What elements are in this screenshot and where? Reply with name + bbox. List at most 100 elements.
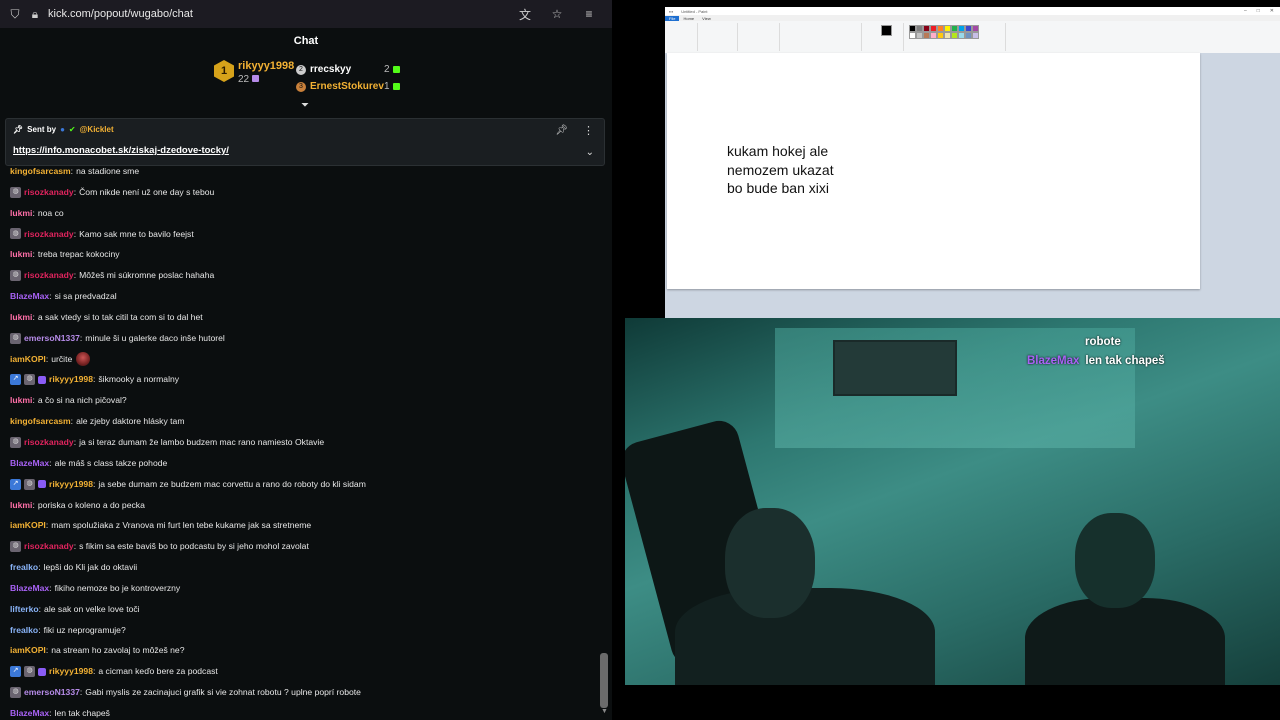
chat-username[interactable]: risozkanady <box>24 432 74 453</box>
person-right-head <box>1075 513 1155 608</box>
separator: : <box>73 436 77 447</box>
separator: : <box>49 582 52 593</box>
chat-username[interactable]: emersoN1337 <box>24 682 80 703</box>
color-swatch[interactable] <box>923 32 930 39</box>
chat-message: ↗ ◍ rikyyy1998: a cicman keďo bere za podca… <box>10 661 600 682</box>
chat-message: iamKOPI: určite <box>10 349 600 370</box>
color-swatch[interactable] <box>930 32 937 39</box>
tools-group[interactable] <box>739 23 780 51</box>
save-icon[interactable]: ▪▪▪ <box>669 9 673 14</box>
chat-message: iamKOPI: mam spolužiaka z Vranova mi furt… <box>10 515 600 536</box>
color-swatch[interactable] <box>965 25 972 32</box>
url-text[interactable]: kick.com/popout/wugabo/chat <box>48 8 518 20</box>
shapes-group[interactable] <box>781 23 862 51</box>
moderator-badge-icon: ↗ <box>10 478 21 490</box>
subscriber-badge-icon <box>38 480 46 489</box>
kick-badge-icon <box>392 83 400 90</box>
scroll-down-icon[interactable]: ▼ <box>601 708 608 715</box>
user-badge-icon: ◍ <box>10 541 21 553</box>
pinned-message[interactable]: 📌︎ Sent by ● ✔ @Kicklet https://info.mon… <box>5 118 605 166</box>
chat-message: ◍ risozkanady: Čom nikde není už one day s… <box>10 182 600 203</box>
chat-username[interactable]: frealko <box>10 557 38 578</box>
clipboard-group[interactable] <box>667 23 698 51</box>
chevron-down-icon[interactable]: ⌄ <box>586 147 594 158</box>
color-swatch[interactable] <box>958 32 965 39</box>
color-swatch[interactable] <box>944 25 951 32</box>
chat-username[interactable]: iamKOPI <box>10 349 46 370</box>
close-icon[interactable]: ✕ <box>1270 8 1274 14</box>
color-swatch[interactable] <box>930 25 937 32</box>
chat-username[interactable]: emersoN1337 <box>24 328 80 349</box>
leaderboard-second[interactable]: 2 rrecskyy 2 <box>296 64 400 75</box>
subscriber-badge-icon <box>38 375 46 384</box>
color-swatch[interactable] <box>909 32 916 39</box>
separator: : <box>79 687 83 698</box>
color-swatch[interactable] <box>972 25 979 32</box>
chat-message-text: ja sebe dumam ze budzem mac corvettu a r… <box>98 478 366 489</box>
chat-username[interactable]: BlazeMax <box>10 453 49 474</box>
chat-username[interactable]: iamKOPI <box>10 515 46 536</box>
color1-swatch[interactable] <box>881 25 892 36</box>
person-left-body <box>675 588 935 685</box>
color-swatch[interactable] <box>951 32 958 39</box>
separator: : <box>49 291 52 302</box>
chat-message: lukmi: treba trepac kokociny <box>10 244 600 265</box>
chat-message-text: ale zjeby daktore hlásky tam <box>76 416 185 427</box>
bookmark-star-icon[interactable]: ☆ <box>550 7 564 21</box>
chat-username[interactable]: BlazeMax <box>10 578 49 599</box>
filter-icon[interactable]: ⏷ <box>301 100 309 111</box>
image-group[interactable] <box>699 23 738 51</box>
paint-canvas[interactable]: kukam hokej ale nemozem ukazat bo bude b… <box>667 53 1200 289</box>
color-swatch[interactable] <box>937 25 944 32</box>
chat-message-text: Kamo sak mne to bavilo feejst <box>79 228 194 239</box>
chat-username[interactable]: lukmi <box>10 307 32 328</box>
chat-message-text: na stream ho zavolaj to môžeš ne? <box>51 645 185 656</box>
unpin-icon[interactable]: 📌︎ <box>555 125 568 136</box>
color-swatch[interactable] <box>972 32 979 39</box>
chat-message: frealko: lepši do Kli jak do oktavii <box>10 557 600 578</box>
chat-username[interactable]: lukmi <box>10 390 32 411</box>
chat-username[interactable]: lukmi <box>10 203 32 224</box>
lock-icon: 🔒︎ <box>31 6 39 21</box>
chat-message: BlazeMax: si sa predvadzal <box>10 286 600 307</box>
chat-username[interactable]: lifterko <box>10 599 39 620</box>
leaderboard-third[interactable]: 3 ErnestStokurev 1 <box>296 81 400 92</box>
color-swatch[interactable] <box>958 25 965 32</box>
color-swatch[interactable] <box>916 25 923 32</box>
separator: : <box>32 249 35 260</box>
chat-username[interactable]: risozkanady <box>24 224 74 245</box>
leaderboard-first[interactable]: 1 rikyyy1998 22 <box>214 60 294 85</box>
chat-username[interactable]: lukmi <box>10 244 32 265</box>
chat-username[interactable]: risozkanady <box>24 182 74 203</box>
chat-username[interactable]: frealko <box>10 620 38 641</box>
chat-username[interactable]: BlazeMax <box>10 286 49 307</box>
chat-username[interactable]: rikyyy1998 <box>49 661 93 682</box>
chat-username[interactable]: risozkanady <box>24 265 74 286</box>
chat-username[interactable]: BlazeMax <box>10 703 49 720</box>
color-swatch[interactable] <box>937 32 944 39</box>
color-swatch[interactable] <box>916 32 923 39</box>
menu-icon[interactable]: ≡ <box>582 7 596 21</box>
chat-message: lukmi: a sak vtedy si to tak citil ta com… <box>10 307 600 328</box>
color-swatch[interactable] <box>909 25 916 32</box>
separator: : <box>38 562 41 573</box>
chat-username[interactable]: kingofsarcasm <box>10 411 71 432</box>
pinned-link[interactable]: https://info.monacobet.sk/ziskaj-dzedove… <box>13 145 229 156</box>
chat-username[interactable]: risozkanady <box>24 536 74 557</box>
chat-username[interactable]: iamKOPI <box>10 640 46 661</box>
chat-username[interactable]: lukmi <box>10 495 32 516</box>
color-swatch[interactable] <box>951 25 958 32</box>
translate-icon[interactable]: 文 <box>518 7 532 22</box>
color-swatch[interactable] <box>965 32 972 39</box>
chat-username[interactable]: rikyyy1998 <box>49 369 93 390</box>
paint-canvas-area: kukam hokej ale nemozem ukazat bo bude b… <box>665 53 1280 331</box>
paint-title: Untitled - Paint <box>681 8 708 14</box>
chat-username[interactable]: rikyyy1998 <box>49 474 93 495</box>
minimize-icon[interactable]: – <box>1244 8 1247 14</box>
scrollbar-thumb[interactable] <box>600 653 608 708</box>
color-swatch[interactable] <box>923 25 930 32</box>
maximize-icon[interactable]: □ <box>1257 8 1260 14</box>
shield-icon[interactable]: ⛉ <box>8 7 22 21</box>
color-swatch[interactable] <box>944 32 951 39</box>
more-options-icon[interactable]: ⋮ <box>583 124 594 137</box>
